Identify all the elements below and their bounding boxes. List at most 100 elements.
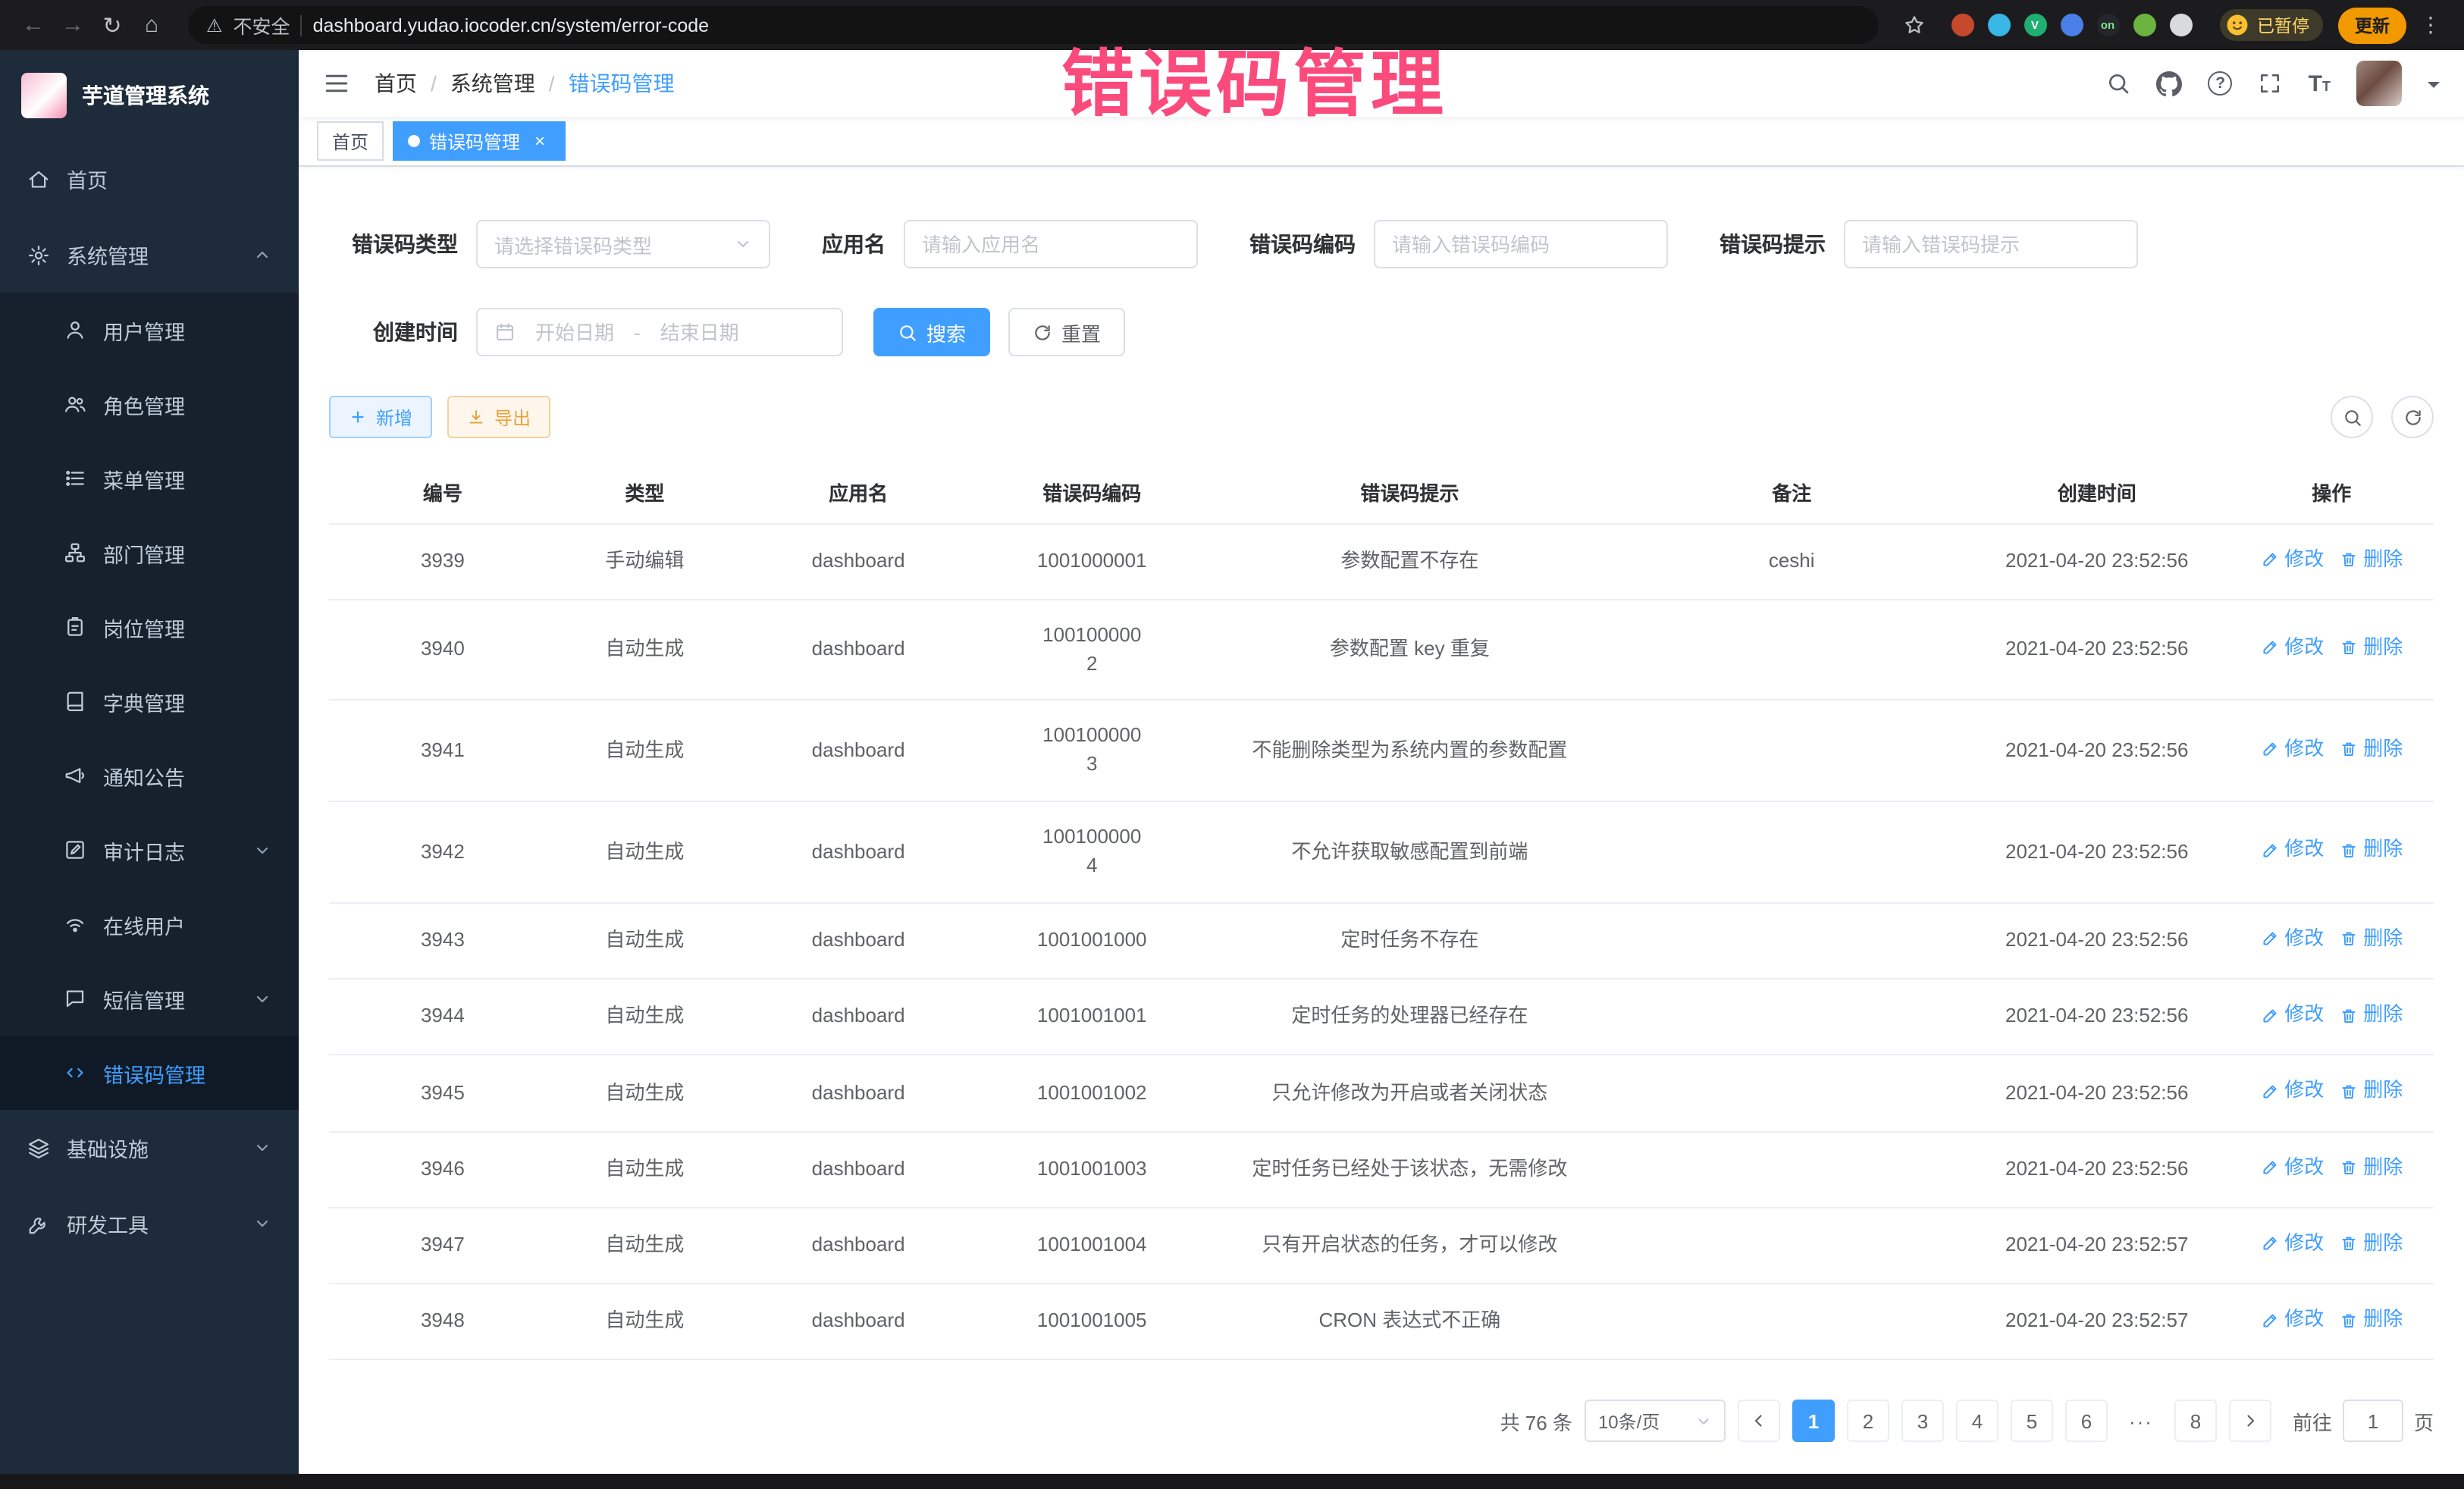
sidebar-item-home[interactable]: 首页 xyxy=(0,141,299,217)
chev-down-icon xyxy=(253,1215,271,1233)
end-date-input[interactable] xyxy=(650,321,750,343)
page-button-4[interactable]: 4 xyxy=(1956,1400,1998,1443)
export-button[interactable]: 导出 xyxy=(447,396,550,438)
browser-update-button[interactable]: 更新 xyxy=(2338,7,2406,43)
refresh-table-button[interactable] xyxy=(2391,396,2434,438)
sidebar-item-notice[interactable]: 通知公告 xyxy=(0,738,299,813)
date-range-picker[interactable]: - xyxy=(476,308,843,356)
sidebar-item-menu[interactable]: 菜单管理 xyxy=(0,441,299,516)
add-button[interactable]: 新增 xyxy=(329,396,432,438)
app-logo[interactable]: 芋道管理系统 xyxy=(0,50,299,141)
sidebar-item-infra[interactable]: 基础设施 xyxy=(0,1110,299,1186)
edit-row-button[interactable]: 修改 xyxy=(2260,1230,2324,1259)
fullscreen-icon[interactable] xyxy=(2259,71,2283,96)
sidebar-item-online-user[interactable]: 在线用户 xyxy=(0,887,299,961)
sidebar-item-user[interactable]: 用户管理 xyxy=(0,293,299,367)
ext-red-circle-icon[interactable] xyxy=(1951,14,1973,36)
edit-row-button[interactable]: 修改 xyxy=(2260,1153,2324,1182)
column-header-0: 编号 xyxy=(329,462,556,523)
view-tab-0[interactable]: 首页 xyxy=(317,121,384,161)
hamburger-icon[interactable] xyxy=(323,70,350,97)
sidebar-item-dev-tool[interactable]: 研发工具 xyxy=(0,1186,299,1262)
delete-row-button[interactable]: 删除 xyxy=(2339,735,2403,763)
help-icon[interactable]: ? xyxy=(2209,71,2233,96)
page-button-6[interactable]: 6 xyxy=(2065,1400,2108,1443)
delete-row-button[interactable]: 删除 xyxy=(2339,1153,2403,1182)
page-button-3[interactable]: 3 xyxy=(1901,1400,1944,1443)
page-button-5[interactable]: 5 xyxy=(2011,1400,2053,1443)
reload-icon[interactable]: ↻ xyxy=(94,7,130,43)
user-avatar[interactable] xyxy=(2356,61,2402,106)
sidebar-item-system[interactable]: 系统管理 xyxy=(0,217,299,293)
breadcrumb-item-2[interactable]: 错误码管理 xyxy=(569,68,675,99)
ext-blue-grid-icon[interactable] xyxy=(2060,14,2083,36)
goto-page-input[interactable] xyxy=(2343,1400,2403,1443)
delete-row-button[interactable]: 删除 xyxy=(2339,836,2403,865)
edit-row-button[interactable]: 修改 xyxy=(2260,1077,2324,1106)
sidebar-item-post[interactable]: 岗位管理 xyxy=(0,590,299,664)
close-icon[interactable]: × xyxy=(529,130,550,152)
bookmark-star-icon[interactable] xyxy=(1896,7,1933,43)
sidebar-item-dept[interactable]: 部门管理 xyxy=(0,516,299,590)
more-pages-icon[interactable]: ··· xyxy=(2120,1400,2162,1443)
browser-menu-icon[interactable]: ⋮ xyxy=(2412,7,2449,43)
error-code-input[interactable] xyxy=(1392,233,1650,255)
page-button-8[interactable]: 8 xyxy=(2174,1400,2217,1443)
back-icon[interactable]: ← xyxy=(15,7,52,43)
prev-page-button[interactable] xyxy=(1738,1400,1780,1443)
delete-row-button[interactable]: 删除 xyxy=(2339,1001,2403,1030)
ext-green-leaf-icon[interactable] xyxy=(2133,14,2155,36)
search-icon[interactable] xyxy=(2107,71,2131,96)
page-button-2[interactable]: 2 xyxy=(1847,1400,1889,1443)
home-icon[interactable]: ⌂ xyxy=(133,7,170,43)
column-header-2: 应用名 xyxy=(733,462,983,523)
reset-button[interactable]: 重置 xyxy=(1008,308,1125,356)
page-button-1[interactable]: 1 xyxy=(1792,1400,1835,1443)
page-size-select[interactable]: 10条/页 xyxy=(1585,1400,1726,1443)
profile-avatar-icon xyxy=(2224,12,2249,38)
toggle-search-button[interactable] xyxy=(2331,396,2373,438)
logo-image xyxy=(21,73,67,118)
sidebar-item-role[interactable]: 角色管理 xyxy=(0,367,299,441)
delete-row-button[interactable]: 删除 xyxy=(2339,925,2403,954)
sidebar-item-audit-log[interactable]: 审计日志 xyxy=(0,813,299,887)
delete-row-button[interactable]: 删除 xyxy=(2339,1306,2403,1334)
sidebar-item-error-code[interactable]: 错误码管理 xyxy=(0,1036,299,1110)
delete-row-button[interactable]: 删除 xyxy=(2339,634,2403,663)
col-code: 1001001001 xyxy=(983,979,1200,1055)
sidebar-item-sms[interactable]: 短信管理 xyxy=(0,961,299,1036)
font-size-icon[interactable]: TT xyxy=(2309,72,2331,95)
error-msg-input[interactable] xyxy=(1862,233,2120,255)
edit-row-button[interactable]: 修改 xyxy=(2260,1001,2324,1030)
view-tab-1[interactable]: 错误码管理× xyxy=(393,121,566,161)
sidebar-item-dict[interactable]: 字典管理 xyxy=(0,664,299,738)
edit-row-button[interactable]: 修改 xyxy=(2260,1306,2324,1334)
profile-paused-badge[interactable]: 已暂停 xyxy=(2219,9,2323,41)
breadcrumb-item-0[interactable]: 首页 xyxy=(375,68,417,99)
ext-pin-icon[interactable] xyxy=(2169,14,2192,36)
book-icon xyxy=(64,690,86,713)
caret-down-icon[interactable] xyxy=(2428,81,2440,93)
ext-dark-on-icon[interactable]: on xyxy=(2096,14,2119,36)
edit-row-button[interactable]: 修改 xyxy=(2260,634,2324,663)
github-icon[interactable] xyxy=(2157,71,2183,96)
next-page-button[interactable] xyxy=(2229,1400,2271,1443)
breadcrumb-item-1[interactable]: 系统管理 xyxy=(450,68,535,99)
edit-row-button[interactable]: 修改 xyxy=(2260,925,2324,954)
delete-row-button[interactable]: 删除 xyxy=(2339,545,2403,574)
col-created: 2021-04-20 23:52:57 xyxy=(1964,1284,2230,1360)
edit-row-button[interactable]: 修改 xyxy=(2260,545,2324,574)
edit-row-button[interactable]: 修改 xyxy=(2260,735,2324,763)
delete-row-button[interactable]: 删除 xyxy=(2339,1230,2403,1259)
edit-row-button[interactable]: 修改 xyxy=(2260,836,2324,865)
search-button[interactable]: 搜索 xyxy=(873,308,990,356)
forward-icon[interactable]: → xyxy=(55,7,91,43)
delete-row-button[interactable]: 删除 xyxy=(2339,1077,2403,1106)
ext-green-check-icon[interactable]: V xyxy=(2024,14,2046,36)
address-bar[interactable]: ⚠ 不安全 dashboard.yudao.iocoder.cn/system/… xyxy=(188,6,1878,44)
app-name-input[interactable] xyxy=(922,233,1180,255)
start-date-input[interactable] xyxy=(525,321,625,343)
trash-icon xyxy=(2339,1083,2357,1101)
ext-blue-drop-icon[interactable] xyxy=(1987,14,2010,36)
error-type-select[interactable]: 请选择错误码类型 xyxy=(476,220,770,268)
